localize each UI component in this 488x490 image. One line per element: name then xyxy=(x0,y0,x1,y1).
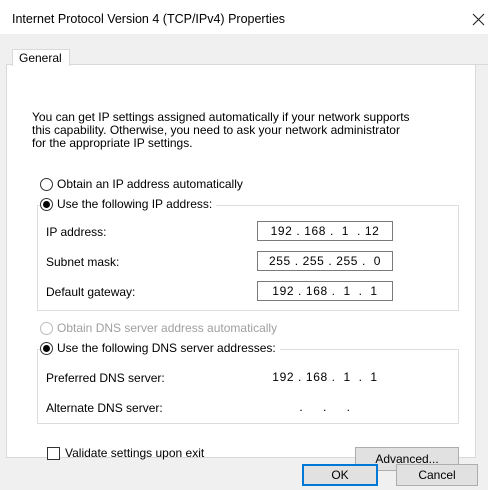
radio-indicator xyxy=(40,321,53,335)
alternate-dns-label: Alternate DNS server: xyxy=(46,401,163,415)
checkbox-box xyxy=(47,446,60,460)
cancel-button[interactable]: Cancel xyxy=(396,464,478,486)
alternate-dns-input[interactable]: . . . xyxy=(257,397,393,417)
radio-label: Use the following DNS server addresses: xyxy=(57,341,276,355)
radio-indicator xyxy=(40,177,53,191)
radio-label: Obtain an IP address automatically xyxy=(57,177,243,191)
validate-settings-checkbox[interactable]: Validate settings upon exit xyxy=(47,446,204,460)
preferred-dns-label: Preferred DNS server: xyxy=(46,371,165,385)
subnet-mask-input[interactable]: 255 . 255 . 255 . 0 xyxy=(257,251,393,271)
radio-use-following-dns[interactable]: Use the following DNS server addresses: xyxy=(40,341,280,355)
ok-button[interactable]: OK xyxy=(302,464,378,486)
window-title: Internet Protocol Version 4 (TCP/IPv4) P… xyxy=(12,12,286,26)
default-gateway-label: Default gateway: xyxy=(46,285,136,299)
radio-obtain-ip-automatically[interactable]: Obtain an IP address automatically xyxy=(40,177,247,191)
ip-address-input[interactable]: 192 . 168 . 1 . 12 xyxy=(257,221,393,241)
preferred-dns-input[interactable]: 192 . 168 . 1 . 1 xyxy=(257,367,393,387)
radio-label: Obtain DNS server address automatically xyxy=(57,321,278,335)
tab-general[interactable]: General xyxy=(12,49,70,66)
close-icon[interactable] xyxy=(470,8,488,30)
checkbox-label: Validate settings upon exit xyxy=(65,446,205,460)
subnet-mask-label: Subnet mask: xyxy=(46,255,120,269)
radio-obtain-dns-automatically[interactable]: Obtain DNS server address automatically xyxy=(40,321,282,335)
radio-use-following-ip[interactable]: Use the following IP address: xyxy=(40,197,217,211)
radio-indicator xyxy=(40,197,53,211)
dialog-body: General You can get IP settings assigned… xyxy=(0,34,488,490)
radio-indicator xyxy=(40,341,53,355)
general-tab-page: You can get IP settings assigned automat… xyxy=(6,65,476,471)
radio-label: Use the following IP address: xyxy=(57,197,213,211)
ip-address-label: IP address: xyxy=(46,225,107,239)
default-gateway-input[interactable]: 192 . 168 . 1 . 1 xyxy=(257,281,393,301)
title-bar: Internet Protocol Version 4 (TCP/IPv4) P… xyxy=(0,0,488,34)
info-text: You can get IP settings assigned automat… xyxy=(32,110,410,150)
